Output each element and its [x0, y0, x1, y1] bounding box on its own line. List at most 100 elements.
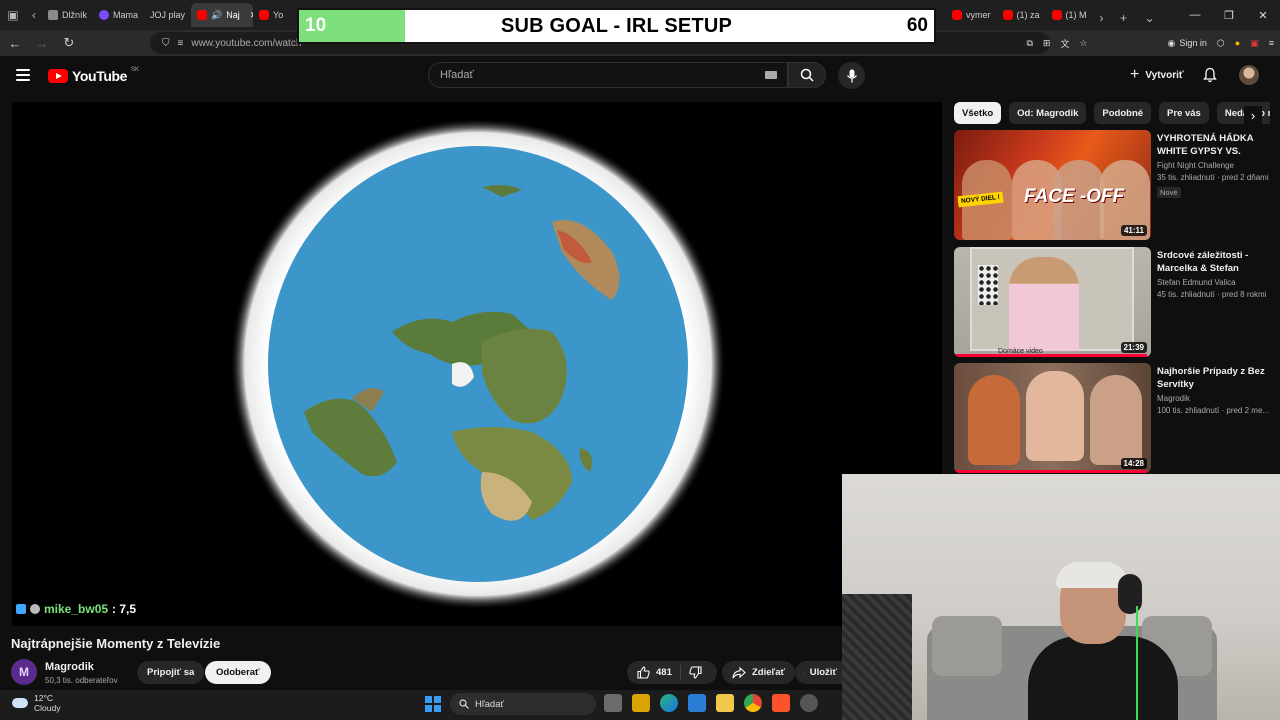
- browser-tab[interactable]: Mama: [93, 3, 144, 27]
- sofa-cushion: [932, 616, 1002, 676]
- video-meta: VYHROTENÁ HÁDKA WHITE GYPSY VS. DEKÝ... …: [1157, 132, 1274, 200]
- browser-tab[interactable]: Yo: [253, 3, 289, 27]
- chrome-icon[interactable]: [744, 694, 762, 712]
- browser-tab[interactable]: JOJ play: [144, 3, 191, 27]
- sign-in-button[interactable]: ◉ Sign in: [1168, 38, 1207, 49]
- edge-icon[interactable]: [660, 694, 678, 712]
- browser-tab[interactable]: (1) za: [997, 3, 1046, 27]
- recommended-video[interactable]: FACE -OFF NOVÝ DIEL ! 41:11 VYHROTENÁ HÁ…: [954, 130, 1274, 240]
- chip-all[interactable]: Všetko: [954, 102, 1002, 124]
- forward-icon[interactable]: →: [30, 31, 54, 55]
- tab-label: Yo: [273, 10, 284, 20]
- recommended-video[interactable]: 14:28 Najhoršie Prípady z Bez Servítky M…: [954, 363, 1274, 473]
- tab-label: vymer: [966, 10, 991, 20]
- minimize-icon[interactable]: —: [1178, 0, 1212, 30]
- channel-name[interactable]: Magrodik: [45, 661, 94, 673]
- translate-icon[interactable]: 文: [1060, 37, 1069, 50]
- share-button[interactable]: Zdieľať: [722, 661, 796, 684]
- tune-icon[interactable]: ≡: [178, 38, 184, 49]
- watch-progress-bar: [954, 470, 1148, 473]
- weather-widget[interactable]: 12°C Cloudy: [12, 693, 60, 713]
- dislike-button[interactable]: [681, 666, 702, 679]
- tab-search-icon[interactable]: ⌄: [1137, 3, 1163, 33]
- join-button[interactable]: Pripojiť sa: [137, 661, 205, 684]
- keyboard-icon[interactable]: [765, 71, 777, 79]
- chevron-right-icon[interactable]: ›: [1244, 106, 1262, 124]
- windows-start-icon[interactable]: [425, 696, 441, 712]
- speaker-icon[interactable]: 🔊: [211, 10, 222, 21]
- voice-search-button[interactable]: [838, 62, 865, 89]
- account-icon: ◉: [1167, 37, 1176, 48]
- taskbar-apps: [604, 694, 818, 712]
- video-thumbnail[interactable]: Domáce video 21:39: [954, 247, 1151, 357]
- save-button[interactable]: Uložiť: [795, 661, 845, 684]
- app-icon[interactable]: [800, 694, 818, 712]
- sub-goal-title: SUB GOAL - IRL SETUP: [500, 15, 733, 37]
- video-thumbnail[interactable]: 14:28: [954, 363, 1151, 473]
- thumbs-up-icon: [637, 666, 650, 679]
- install-app-icon[interactable]: ⊞: [1043, 38, 1051, 49]
- site-info-icon[interactable]: ⛉: [162, 38, 170, 49]
- brave-icon[interactable]: [772, 694, 790, 712]
- browser-tab[interactable]: Dlžník: [42, 3, 93, 27]
- video-title[interactable]: Srdcové záležitosti - Marcelka & Stefan: [1157, 249, 1274, 275]
- temperature: 12°C: [34, 693, 53, 703]
- channel-avatar[interactable]: M: [11, 659, 37, 685]
- tab-scroll-left-icon[interactable]: ‹: [26, 0, 42, 30]
- video-title: Najtrápnejšie Momenty z Televízie: [11, 636, 221, 651]
- video-title[interactable]: VYHROTENÁ HÁDKA WHITE GYPSY VS. DEKÝ...: [1157, 132, 1274, 158]
- maximize-icon[interactable]: ❐: [1212, 0, 1246, 30]
- streamer: [1028, 562, 1178, 720]
- subscribe-button[interactable]: Odoberať: [205, 661, 271, 684]
- video-thumbnail[interactable]: FACE -OFF NOVÝ DIEL ! 41:11: [954, 130, 1151, 240]
- extensions-icon[interactable]: ⬡: [1217, 38, 1225, 49]
- new-tab-icon[interactable]: +: [1111, 3, 1137, 33]
- reload-icon[interactable]: ↻: [57, 31, 81, 55]
- photos-icon[interactable]: [688, 694, 706, 712]
- related-filter-chips: Všetko Od: Magrodik Podobné Pre vás Nedá…: [954, 102, 1270, 124]
- bookmark-star-icon[interactable]: ☆: [1079, 38, 1087, 49]
- stream-chat-message: mike_bw05 : 7,5: [16, 602, 136, 616]
- share-arrow-icon: [732, 666, 746, 678]
- video-title[interactable]: Najhoršie Prípady z Bez Servítky: [1157, 365, 1274, 391]
- back-icon[interactable]: ←: [3, 31, 27, 55]
- video-channel[interactable]: Stefan Edmund Valica: [1157, 278, 1274, 287]
- chip-for-you[interactable]: Pre vás: [1159, 102, 1209, 124]
- chip-related[interactable]: Podobné: [1094, 102, 1152, 124]
- search-button[interactable]: [788, 62, 826, 88]
- browser-tab[interactable]: (1) M: [1046, 3, 1093, 27]
- tab-scroll-right-icon[interactable]: ›: [1093, 3, 1111, 33]
- youtube-logo[interactable]: YouTube SK: [48, 67, 139, 84]
- browser-tab[interactable]: vymer: [946, 3, 997, 27]
- chip-from-channel[interactable]: Od: Magrodik: [1009, 102, 1087, 124]
- menu-dots-icon[interactable]: ≡: [1269, 38, 1274, 48]
- tab-label: Mama: [113, 10, 139, 20]
- menu-icon[interactable]: [16, 69, 30, 81]
- task-view-icon[interactable]: [604, 694, 622, 712]
- screenshot-icon[interactable]: ⧉: [1026, 38, 1032, 49]
- video-channel[interactable]: Fight Night Challenge: [1157, 161, 1274, 170]
- extension-badge-icon[interactable]: ▣: [1250, 38, 1259, 49]
- search-input[interactable]: Hľadať: [428, 62, 788, 88]
- tab-actions-icon[interactable]: ▣: [0, 0, 26, 30]
- video-stats: 100 tis. zhliadnutí · pred 2 me...: [1157, 406, 1270, 415]
- notifications-bell-icon[interactable]: [1202, 67, 1218, 83]
- youtube-favicon-icon: [952, 10, 962, 20]
- taskbar-search-input[interactable]: Hľadať: [450, 693, 596, 715]
- close-window-icon[interactable]: ✕: [1246, 0, 1280, 30]
- profile-icon[interactable]: ●: [1235, 38, 1240, 48]
- create-button[interactable]: + Vytvoriť: [1122, 64, 1192, 86]
- video-player[interactable]: mike_bw05 : 7,5: [12, 102, 942, 626]
- window-controls: — ❐ ✕: [1178, 0, 1280, 30]
- browser-tab-active[interactable]: 🔊Naj✕: [191, 3, 254, 27]
- sub-goal-target: 60: [906, 15, 928, 36]
- store-icon[interactable]: [632, 694, 650, 712]
- video-channel[interactable]: Magrodik: [1157, 394, 1274, 403]
- recommended-video[interactable]: Domáce video 21:39 Srdcové záležitosti -…: [954, 247, 1274, 357]
- taskbar-search-placeholder: Hľadať: [475, 698, 505, 710]
- sub-goal-overlay: 10 SUB GOAL - IRL SETUP 60: [297, 8, 936, 44]
- like-button[interactable]: 481: [627, 665, 681, 680]
- save-label: Uložiť: [809, 667, 837, 678]
- account-avatar[interactable]: [1239, 65, 1259, 85]
- file-explorer-icon[interactable]: [716, 694, 734, 712]
